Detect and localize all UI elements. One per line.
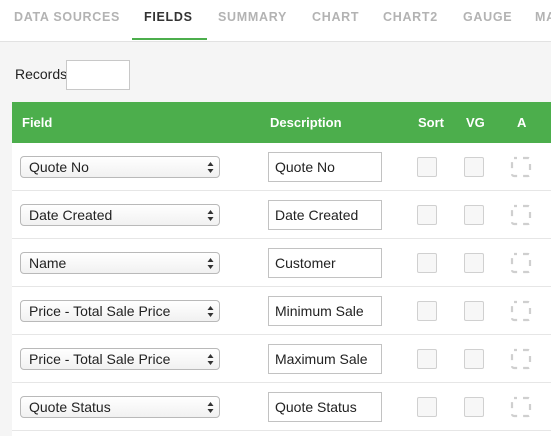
description-input[interactable]: Quote No xyxy=(268,152,382,182)
tab-ma[interactable]: MA xyxy=(535,0,551,40)
description-input[interactable]: Quote Status xyxy=(268,392,382,422)
sort-checkbox[interactable] xyxy=(417,157,437,177)
sort-checkbox[interactable] xyxy=(417,205,437,225)
field-select[interactable]: Quote No xyxy=(20,156,220,178)
up-down-arrows-icon xyxy=(207,162,214,173)
table-row: Date Created Date Created xyxy=(12,191,551,239)
header-sort: Sort xyxy=(418,115,444,130)
vg-checkbox[interactable] xyxy=(464,253,484,273)
records-label: Records xyxy=(15,66,68,82)
tab-chart2[interactable]: CHART2 xyxy=(383,0,438,40)
vg-checkbox[interactable] xyxy=(464,349,484,369)
dashed-square-icon[interactable] xyxy=(510,396,532,418)
tab-gauge[interactable]: GAUGE xyxy=(463,0,512,40)
field-select-value: Quote Status xyxy=(29,399,111,415)
field-select-value: Price - Total Sale Price xyxy=(29,303,171,319)
table-row: Price - Total Sale Price Maximum Sale xyxy=(12,335,551,383)
sort-checkbox[interactable] xyxy=(417,397,437,417)
field-select[interactable]: Date Created xyxy=(20,204,220,226)
vg-checkbox[interactable] xyxy=(464,301,484,321)
tab-chart[interactable]: CHART xyxy=(312,0,359,40)
tab-summary[interactable]: SUMMARY xyxy=(218,0,287,40)
description-input[interactable]: Date Created xyxy=(268,200,382,230)
up-down-arrows-icon xyxy=(207,306,214,317)
header-field: Field xyxy=(22,115,53,130)
table-row: Price - Total Sale Price Minimum Sale xyxy=(12,287,551,335)
table-row: Name Customer xyxy=(12,239,551,287)
dashed-square-icon[interactable] xyxy=(510,348,532,370)
table-row: Quote Status Quote Status xyxy=(12,383,551,431)
sort-checkbox[interactable] xyxy=(417,301,437,321)
records-input[interactable] xyxy=(66,60,130,90)
field-select[interactable]: Price - Total Sale Price xyxy=(20,348,220,370)
header-vg: VG xyxy=(466,115,485,130)
field-select[interactable]: Name xyxy=(20,252,220,274)
up-down-arrows-icon xyxy=(207,258,214,269)
field-select[interactable]: Price - Total Sale Price xyxy=(20,300,220,322)
dashed-square-icon[interactable] xyxy=(510,204,532,226)
dashed-square-icon[interactable] xyxy=(510,156,532,178)
table-header: Field Description Sort VG A xyxy=(12,102,551,143)
vg-checkbox[interactable] xyxy=(464,397,484,417)
vg-checkbox[interactable] xyxy=(464,205,484,225)
dashed-square-icon[interactable] xyxy=(510,300,532,322)
up-down-arrows-icon xyxy=(207,210,214,221)
fields-editor: DATA SOURCES FIELDS SUMMARY CHART CHART2… xyxy=(0,0,551,436)
description-input[interactable]: Customer xyxy=(268,248,382,278)
field-select-value: Name xyxy=(29,255,67,271)
vg-checkbox[interactable] xyxy=(464,157,484,177)
sort-checkbox[interactable] xyxy=(417,253,437,273)
dashed-square-icon[interactable] xyxy=(510,252,532,274)
sort-checkbox[interactable] xyxy=(417,349,437,369)
field-select-value: Price - Total Sale Price xyxy=(29,351,171,367)
table-row: Quote No Quote No xyxy=(12,143,551,191)
tab-bar: DATA SOURCES FIELDS SUMMARY CHART CHART2… xyxy=(0,0,551,42)
field-select[interactable]: Quote Status xyxy=(20,396,220,418)
description-input[interactable]: Minimum Sale xyxy=(268,296,382,326)
header-description: Description xyxy=(270,115,342,130)
field-select-value: Date Created xyxy=(29,207,113,223)
fields-table: Field Description Sort VG A Quote No Quot… xyxy=(12,102,551,436)
up-down-arrows-icon xyxy=(207,354,214,365)
tab-fields[interactable]: FIELDS xyxy=(132,0,207,40)
description-input[interactable]: Maximum Sale xyxy=(268,344,382,374)
tab-data-sources[interactable]: DATA SOURCES xyxy=(14,0,120,40)
field-select-value: Quote No xyxy=(29,159,89,175)
header-a: A xyxy=(517,115,527,130)
up-down-arrows-icon xyxy=(207,402,214,413)
